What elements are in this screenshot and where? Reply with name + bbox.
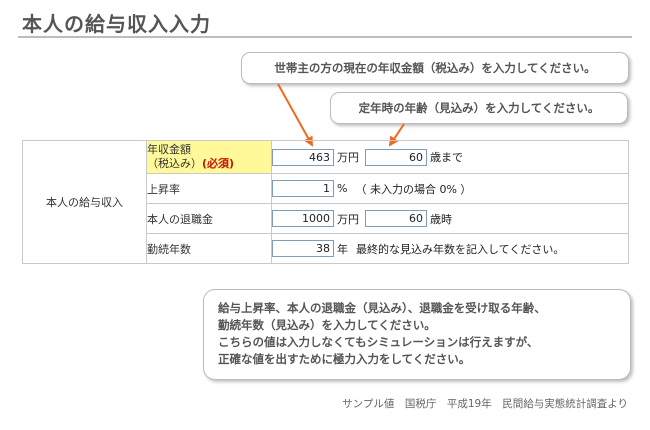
- annual-income-unit: 万円: [337, 151, 359, 164]
- cell-annual-income: 463 万円 60 歳まで: [271, 140, 629, 174]
- retirement-age-unit: 歳まで: [430, 151, 463, 164]
- callout-annual-income: 世帯主の方の現在の年収金額（税込み）を入力してください。: [241, 52, 629, 84]
- severance-input[interactable]: 1000: [272, 210, 334, 227]
- callout-retirement-age: 定年時の年齢（見込み）を入力してください。: [330, 92, 628, 124]
- label-years-of-service: 勤続年数: [146, 233, 272, 264]
- raise-rate-unit: %: [337, 182, 348, 195]
- info-line: 正確な値を出すために極力入力をしてください。: [218, 352, 471, 366]
- title-divider: [18, 36, 632, 38]
- severance-age-input[interactable]: 60: [365, 210, 427, 227]
- label-annual-income: 年収金額 （税込み）(必須): [146, 140, 272, 174]
- info-box: 給与上昇率、本人の退職金（見込み）、退職金を受け取る年齢、 勤続年数（見込み）を…: [203, 289, 631, 380]
- raise-rate-input[interactable]: 1: [272, 180, 334, 197]
- retirement-age-input[interactable]: 60: [365, 148, 427, 166]
- annual-income-input[interactable]: 463: [272, 148, 334, 166]
- severance-age-unit: 歳時: [430, 212, 452, 226]
- info-line: 給与上昇率、本人の退職金（見込み）、退職金を受け取る年齢、: [218, 301, 546, 315]
- row-annual-income: 本人の給与収入 年収金額 （税込み）(必須) 463 万円 60 歳まで: [22, 140, 629, 264]
- income-form-table: 本人の給与収入 年収金額 （税込み）(必須) 463 万円 60 歳まで 上昇率 1%…: [22, 140, 629, 264]
- arrow-to-income: [277, 83, 313, 147]
- cell-raise-rate: 1% （ 未入力の場合 0% ）: [271, 173, 629, 204]
- raise-rate-note: （ 未入力の場合 0% ）: [355, 182, 472, 196]
- label-severance: 本人の退職金: [146, 203, 272, 234]
- cell-severance: 1000 万円 60 歳時: [271, 203, 629, 234]
- label-annual-income-line2: （税込み）: [147, 157, 202, 170]
- page-title: 本人の給与収入入力: [22, 12, 211, 36]
- source-note: サンプル値 国税庁 平成19年 民間給与実態統計調査より: [342, 398, 628, 410]
- info-line: 勤続年数（見込み）を入力してください。: [218, 318, 436, 332]
- required-badge: (必須): [202, 157, 235, 170]
- years-of-service-input[interactable]: 38: [272, 240, 334, 257]
- cell-years-of-service: 38 年最終的な見込み年数を記入してください。: [271, 233, 629, 264]
- section-label: 本人の給与収入: [22, 140, 147, 264]
- years-of-service-note: 最終的な見込み年数を記入してください。: [356, 242, 565, 256]
- severance-unit: 万円: [337, 212, 359, 226]
- label-annual-income-line1: 年収金額: [147, 143, 191, 156]
- label-raise-rate: 上昇率: [146, 173, 272, 204]
- years-of-service-unit: 年: [337, 242, 348, 256]
- info-line: こちらの値は入力しなくてもシミュレーションは行えますが、: [218, 335, 539, 349]
